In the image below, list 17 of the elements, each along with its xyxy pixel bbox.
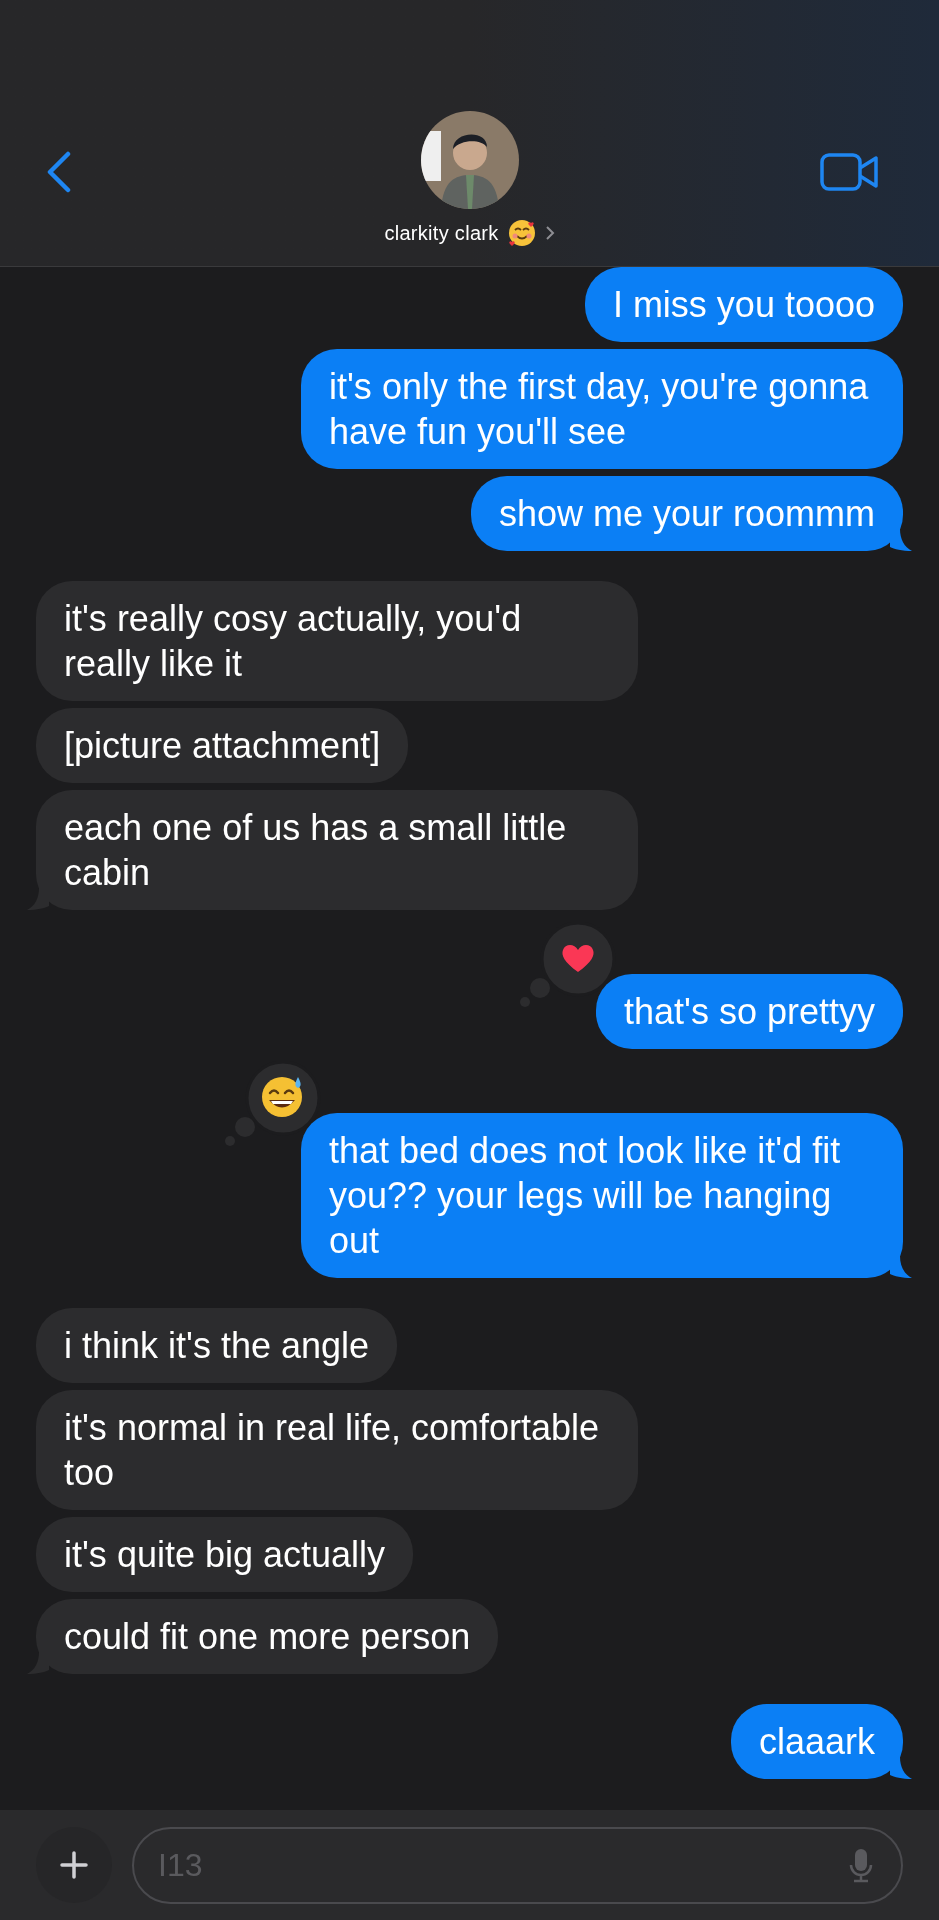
message-bubble: claaark xyxy=(730,1704,903,1779)
message-bubble: it's only the first day, you're gonna have fun you'll see xyxy=(301,349,903,469)
contact-name[interactable]: clarkity clark xyxy=(384,218,499,248)
chevron-right-icon[interactable] xyxy=(544,225,555,241)
smiling-face-icon xyxy=(506,218,537,248)
back-icon[interactable] xyxy=(46,151,72,193)
message-bubble: show me your roommm xyxy=(470,476,903,551)
message-bubble: it's quite big actually xyxy=(36,1517,414,1592)
video-camera-icon[interactable] xyxy=(820,153,880,191)
message-bubble: i think it's the angle xyxy=(36,1308,398,1383)
message-bubble: it's normal in real life, comfortable too xyxy=(36,1390,638,1510)
message-bubble: it's really cosy actually, you'd really like it xyxy=(36,581,638,701)
message-bubble: [picture attachment] xyxy=(36,708,409,783)
message-bubble: could fit one more person xyxy=(36,1599,499,1674)
message-bubble: each one of us has a small little cabin xyxy=(36,790,638,910)
message-bubble: I miss you toooo xyxy=(584,267,903,342)
plus-icon xyxy=(59,1850,89,1880)
